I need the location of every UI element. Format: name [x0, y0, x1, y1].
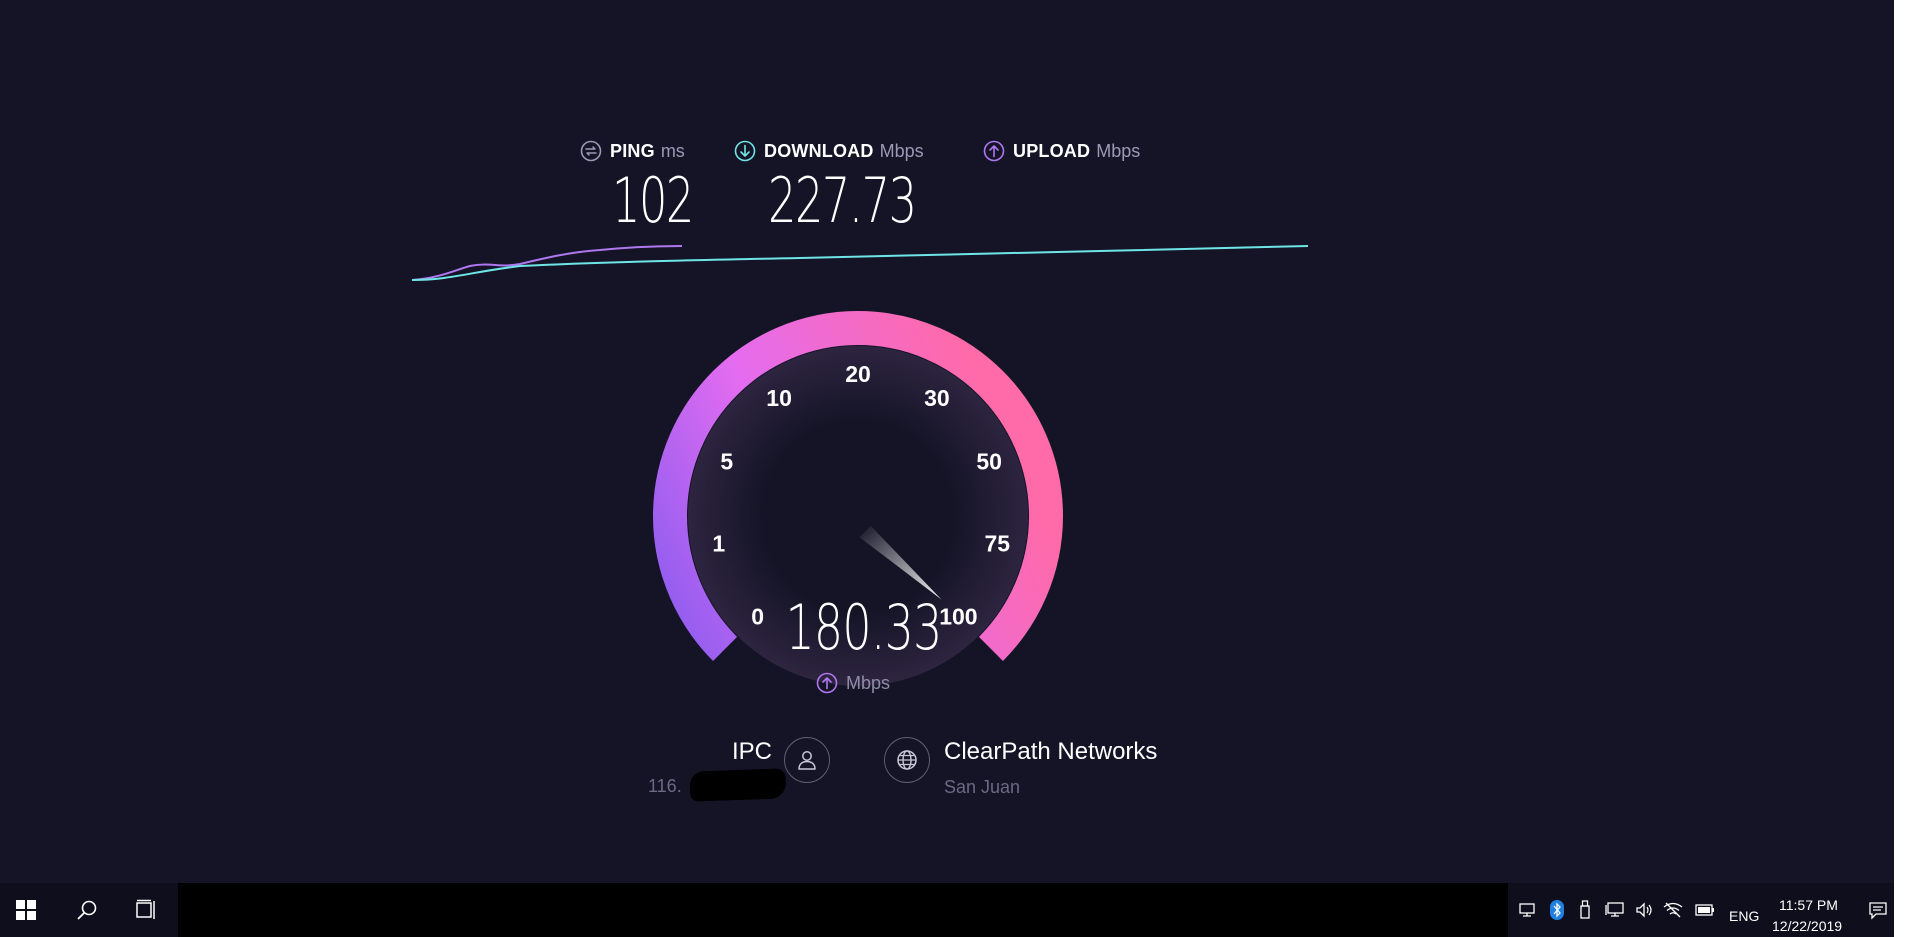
globe-icon	[897, 750, 917, 770]
client-ip: 116.	[648, 776, 682, 796]
search-button[interactable]	[62, 883, 112, 937]
current-speed-value: 180.33	[785, 591, 942, 664]
gauge-tick-label: 1	[712, 531, 725, 557]
gauge-tick-label: 20	[845, 361, 871, 387]
task-view-button[interactable]	[122, 883, 170, 937]
user-icon	[798, 751, 816, 770]
bluetooth-icon[interactable]	[1546, 883, 1568, 937]
battery-icon[interactable]	[1692, 883, 1718, 937]
windows-start-icon	[16, 900, 36, 920]
language-indicator[interactable]: ENG	[1729, 908, 1759, 924]
usb-device-icon[interactable]	[1574, 883, 1596, 937]
clock-time[interactable]: 11:57 PM	[1779, 897, 1838, 913]
notifications-icon	[1869, 902, 1887, 920]
task-view-icon	[136, 899, 155, 919]
redacted-ip	[689, 768, 787, 802]
server-name[interactable]: ClearPath Networks	[944, 738, 1157, 766]
upload-arrow-icon	[816, 672, 838, 694]
clock-date[interactable]: 12/22/2019	[1772, 918, 1842, 934]
client-user-button[interactable]	[784, 737, 830, 783]
start-button[interactable]	[0, 883, 52, 937]
gauge-tick-label: 0	[751, 603, 764, 629]
gauge-tick-label: 30	[924, 385, 950, 411]
gauge-tick-label: 50	[976, 449, 1002, 475]
server-select-button[interactable]	[884, 737, 930, 783]
windows-taskbar: ENG 11:57 PM 12/22/2019	[0, 883, 1894, 937]
speed-gauge: 0 1 5 10 20 30 50 75 100	[653, 311, 1063, 686]
gauge-tick-label: 10	[766, 385, 792, 411]
gauge-unit-label: Mbps	[846, 672, 891, 693]
volume-icon[interactable]	[1632, 883, 1656, 937]
wifi-disconnected-icon[interactable]	[1660, 883, 1686, 937]
client-name: IPC	[732, 738, 773, 765]
gauge-tick-label: 5	[720, 449, 733, 475]
server-location: San Juan	[944, 777, 1021, 797]
current-speed-unit: Mbps	[816, 672, 890, 694]
tray-network-remote-icon[interactable]	[1516, 883, 1540, 937]
gauge-tick-label: 75	[984, 531, 1010, 557]
network-icon[interactable]	[1602, 883, 1628, 937]
action-center-button[interactable]	[1864, 883, 1892, 937]
gauge-tick-label: 100	[939, 603, 977, 629]
search-icon	[77, 900, 97, 920]
